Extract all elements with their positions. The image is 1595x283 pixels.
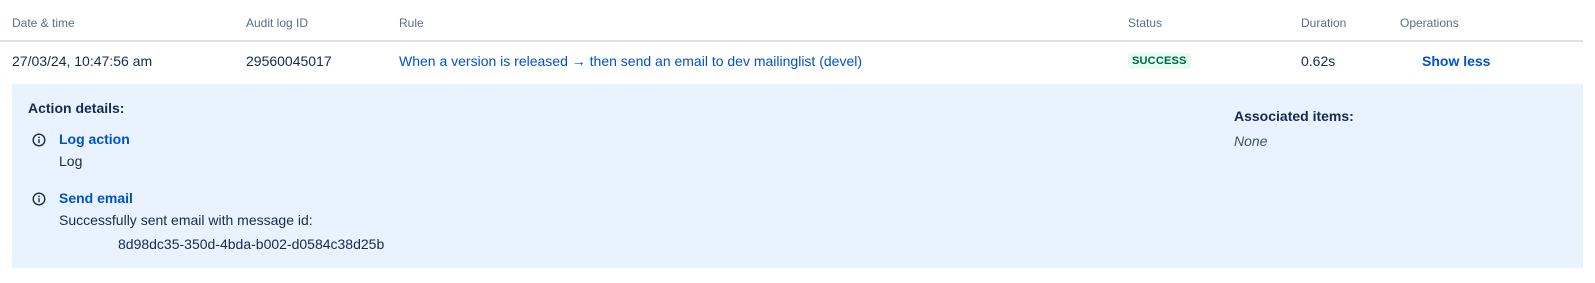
- message-id: 8d98dc35-350d-4bda-b002-d0584c38d25b: [118, 236, 385, 252]
- associated-items-title: Associated items:: [1234, 108, 1354, 124]
- info-icon: [32, 192, 46, 206]
- send-email-description: Successfully sent email with message id:: [59, 212, 313, 228]
- date-cell: 27/03/24, 10:47:56 am: [12, 53, 153, 69]
- log-action-description: Log: [59, 153, 83, 169]
- audit-id-cell: 29560045017: [246, 53, 332, 69]
- log-action-link[interactable]: Log action: [59, 131, 130, 147]
- table-row: 27/03/24, 10:47:56 am 29560045017 When a…: [0, 42, 1583, 84]
- send-email-link[interactable]: Send email: [59, 190, 133, 206]
- action-details-title: Action details:: [28, 100, 125, 116]
- column-header-audit-id: Audit log ID: [246, 16, 309, 30]
- column-header-duration: Duration: [1301, 16, 1347, 30]
- column-header-date: Date & time: [12, 16, 75, 30]
- column-header-status: Status: [1128, 16, 1163, 30]
- rule-link[interactable]: When a version is released → then send a…: [399, 53, 862, 69]
- duration-cell: 0.62s: [1301, 53, 1336, 69]
- table-header: Date & time Audit log ID Rule Status Dur…: [0, 0, 1583, 42]
- info-icon: [32, 133, 46, 147]
- status-badge: SUCCESS: [1128, 53, 1191, 69]
- column-header-operations: Operations: [1400, 16, 1459, 30]
- column-header-rule: Rule: [399, 16, 424, 30]
- associated-items-value: None: [1234, 133, 1268, 149]
- show-less-button[interactable]: Show less: [1422, 53, 1490, 69]
- action-details-panel: Action details: Log action Log Send emai…: [12, 84, 1583, 268]
